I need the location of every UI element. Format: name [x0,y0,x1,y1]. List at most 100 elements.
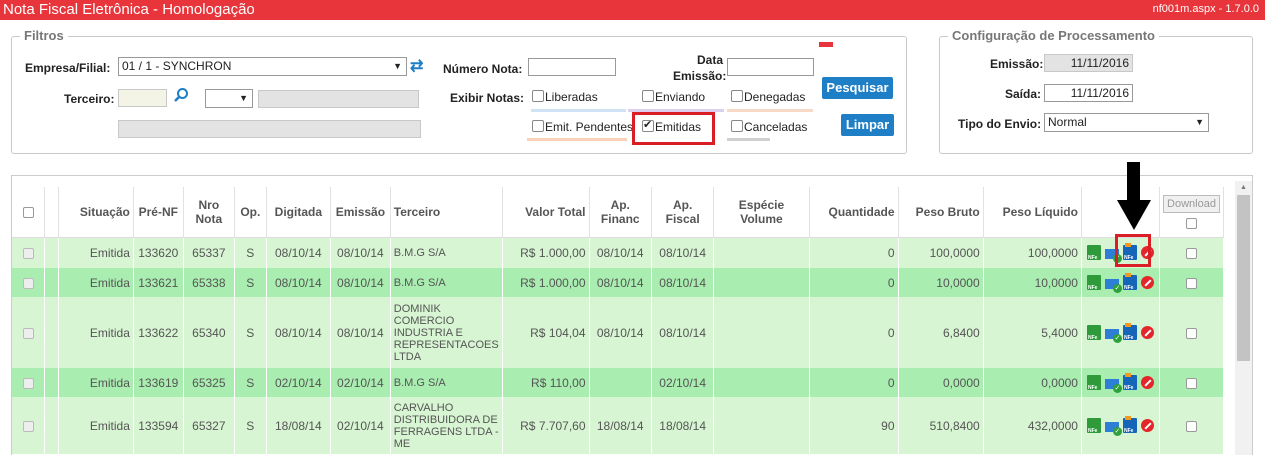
col-nro-nota-2: Nota [195,211,223,226]
table-row[interactable]: Emitida 133622 65340 S 08/10/14 08/10/14… [12,297,1225,368]
denegadas-checkbox[interactable] [731,90,743,102]
emit-pendentes-checkbox[interactable] [532,120,544,132]
table-row[interactable]: Emitida 133594 65327 S 18/08/14 02/10/14… [12,397,1225,454]
col-pre-nf[interactable]: Pré-NF [133,187,184,238]
email-sent-icon[interactable] [1104,378,1122,393]
download-button[interactable]: Download [1163,194,1220,213]
col-ap-financ[interactable]: Ap. Financ [589,187,652,238]
cell-valor: R$ 1.000,00 [502,268,590,297]
nfe-pdf-icon[interactable] [1086,325,1101,344]
row-download-checkbox[interactable] [1185,377,1197,389]
terceiro-type-select[interactable]: ▼ [205,89,253,108]
cell-digitada: 02/10/14 [266,368,332,397]
data-emissao-input[interactable] [727,58,814,76]
cell-peso-liquido: 5,4000 [983,297,1082,368]
canceladas-checkbox[interactable] [731,120,743,132]
nfe-xml-icon[interactable] [1122,323,1137,344]
download-all-checkbox[interactable] [1185,217,1197,229]
cell-emissao: 08/10/14 [330,268,391,297]
table-row[interactable]: Emitida 133619 65325 S 02/10/14 02/10/14… [12,368,1225,397]
row-download-checkbox[interactable] [1185,327,1197,339]
col-op[interactable]: Op. [234,187,267,238]
row-download-checkbox[interactable] [1185,420,1197,432]
cell-peso-liquido: 100,0000 [983,237,1082,268]
nfe-xml-icon[interactable] [1122,373,1137,394]
enviando-checkbox[interactable] [642,90,654,102]
col-ap-fiscal[interactable]: Ap. Fiscal [651,187,715,238]
nfe-xml-icon[interactable] [1122,273,1137,294]
terceiro-code-input[interactable] [118,89,167,107]
vertical-scrollbar[interactable]: ▲ [1235,181,1252,455]
col-peso-bruto[interactable]: Peso Bruto [898,187,984,238]
col-situacao[interactable]: Situação [58,187,134,238]
scrollbar-thumb[interactable] [1237,195,1250,361]
cell-terceiro: B.M.G S/A [390,237,503,268]
cell-nro: 65340 [183,297,235,368]
title-bar: Nota Fiscal Eletrônica - Homologação nf0… [0,0,1265,20]
numero-nota-input[interactable] [528,58,616,76]
cell-situacao: Emitida [58,368,134,397]
nfe-pdf-icon[interactable] [1086,275,1101,294]
email-sent-icon[interactable] [1104,328,1122,343]
cell-peso-bruto: 0,0000 [898,368,984,397]
dropdown-arrow-icon: ▼ [393,61,402,71]
cell-situacao: Emitida [58,268,134,297]
config-saida-input[interactable]: 11/11/2016 [1044,84,1133,102]
tipo-envio-value: Normal [1048,115,1087,129]
col-especie-volume[interactable]: Espécie Volume [713,187,810,238]
cell-especie [713,268,810,297]
col-terceiro[interactable]: Terceiro [390,187,503,238]
cell-valor: R$ 7.707,60 [502,397,590,454]
cell-quantidade: 0 [809,297,899,368]
email-sent-icon[interactable] [1104,421,1122,436]
select-all-checkbox[interactable] [22,207,34,219]
col-valor-total[interactable]: Valor Total [502,187,590,238]
cancel-icon[interactable] [1140,326,1154,339]
empresa-select[interactable]: 01 / 1 - SYNCHRON ▼ [118,57,407,76]
pesquisar-button[interactable]: Pesquisar [822,77,893,99]
cell-terceiro: CARVALHO DISTRIBUIDORA DE FERRAGENS LTDA… [390,397,503,454]
canceladas-label: Canceladas [744,120,808,134]
cell-pre-nf: 133621 [133,268,184,297]
row-checkbox[interactable] [22,277,34,289]
liberadas-checkbox[interactable] [532,90,544,102]
table-row[interactable]: Emitida 133621 65338 S 08/10/14 08/10/14… [12,268,1225,297]
nfe-pdf-icon[interactable] [1086,245,1101,264]
col-especie-2: Volume [740,211,783,226]
nfe-xml-icon[interactable] [1122,416,1137,437]
col-peso-liquido[interactable]: Peso Líquido [983,187,1082,238]
terceiro-label: Terceiro: [64,92,115,106]
col-nro-nota[interactable]: Nro Nota [183,187,235,238]
row-checkbox[interactable] [22,247,34,259]
email-sent-icon[interactable] [1104,278,1122,293]
col-ap-financ-2: Financ [600,211,640,226]
row-checkbox[interactable] [22,420,34,432]
nfe-pdf-icon[interactable] [1086,418,1101,437]
config-legend: Configuração de Processamento [948,28,1159,43]
refresh-icon[interactable]: ⇄ [410,56,423,76]
annotation-arrow-icon [1127,162,1140,202]
cancel-icon[interactable] [1140,376,1154,389]
cell-op: S [234,368,267,397]
cancel-icon[interactable] [1140,419,1154,432]
cancel-icon[interactable] [1140,276,1154,289]
row-checkbox[interactable] [22,377,34,389]
scroll-up-icon[interactable]: ▲ [1240,184,1247,191]
row-download-checkbox[interactable] [1185,277,1197,289]
table-row[interactable]: Emitida 133620 65337 S 08/10/14 08/10/14… [12,237,1225,268]
cell-valor: R$ 104,04 [502,297,590,368]
col-quantidade[interactable]: Quantidade [809,187,899,238]
cell-nro: 65337 [183,237,235,268]
row-download-checkbox[interactable] [1185,247,1197,259]
tipo-envio-select[interactable]: Normal ▼ [1044,113,1209,132]
config-tipo-label: Tipo do Envio: [958,117,1042,131]
col-nro-nota-1: Nro [198,197,220,212]
col-emissao[interactable]: Emissão [330,187,391,238]
cell-ap-fiscal: 08/10/14 [651,268,715,297]
col-digitada[interactable]: Digitada [266,187,332,238]
emit-pendentes-label: Emit. Pendentes [545,120,634,134]
row-checkbox[interactable] [22,327,34,339]
nfe-pdf-icon[interactable] [1086,375,1101,394]
search-icon[interactable] [173,87,189,106]
limpar-button[interactable]: Limpar [841,114,894,136]
